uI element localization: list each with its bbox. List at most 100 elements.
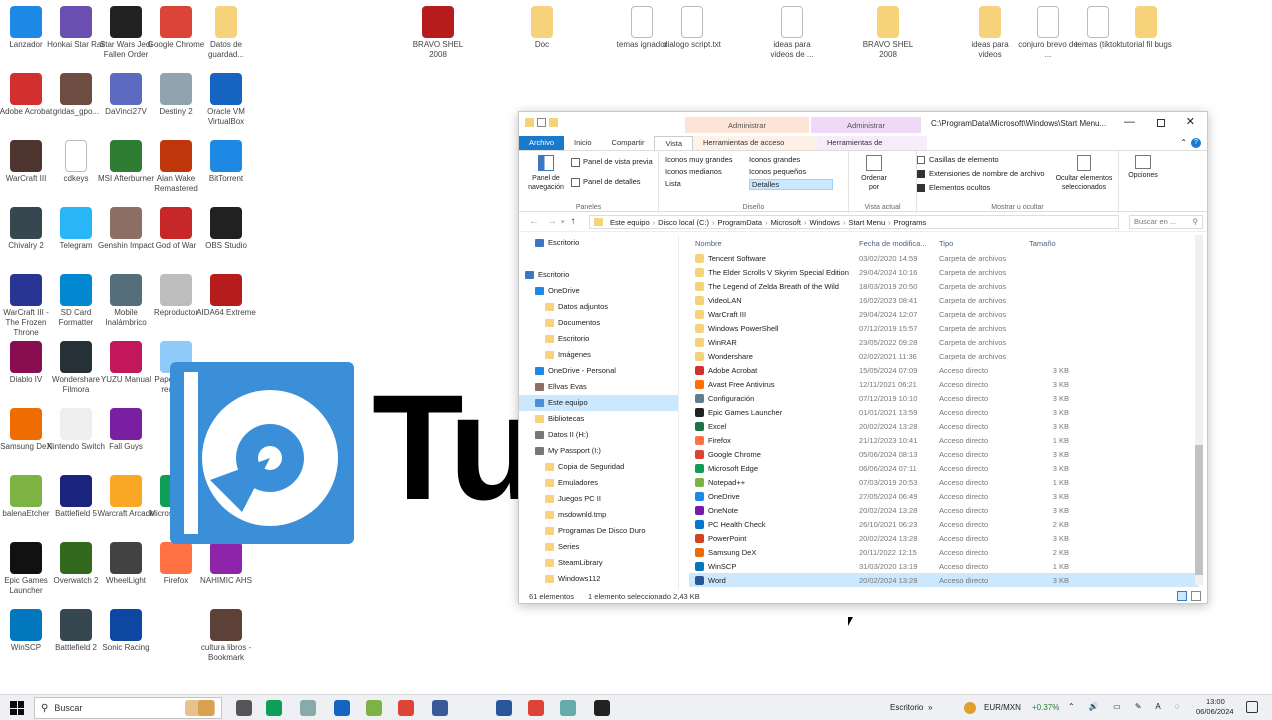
desktop-icon[interactable]: OBS Studio [196,207,256,251]
preview-pane-button[interactable]: Panel de vista previa [571,157,653,167]
recent-locations-icon[interactable]: ▾ [561,218,565,226]
file-row[interactable]: Firefox 21/12/2023 10:41 Acceso directo 1 K… [689,433,1199,447]
sort-by-button[interactable]: Ordenar por [857,155,891,192]
breadcrumb-item[interactable]: Programs [894,218,927,227]
column-type[interactable]: Tipo [939,239,1029,248]
desktop-icon[interactable]: dialogo script.txt [662,6,722,50]
layout-extra-large-icons[interactable]: Iconos muy grandes [665,155,749,164]
column-size[interactable]: Tamaño [1029,239,1069,248]
context-tab-manage-shortcut[interactable]: Administrar [685,117,809,133]
column-date[interactable]: Fecha de modifica... [859,239,939,248]
check-hidden-items[interactable]: Elementos ocultos [917,183,990,193]
file-row[interactable]: Avast Free Antivirus 12/11/2021 06:21 Acce… [689,377,1199,391]
layout-large-icons[interactable]: Iconos grandes [749,155,833,164]
taskbar-app-icon[interactable] [334,700,350,716]
hide-selected-button[interactable]: Ocultar elementos seleccionados [1051,155,1117,192]
taskbar-app-icon[interactable] [560,700,576,716]
nav-item[interactable]: Datos II (H:) [519,427,678,443]
notifications-icon[interactable] [1246,701,1258,713]
desktop-icon[interactable]: Sonic Racing [96,609,156,653]
details-view-icon[interactable] [1177,591,1187,601]
file-row[interactable]: WinSCP 31/03/2020 13:19 Acceso directo 1 KB [689,559,1199,573]
nav-item[interactable]: OneDrive - Personal [519,363,678,379]
maximize-button[interactable] [1157,119,1165,127]
options-button[interactable]: Opciones [1123,155,1163,179]
taskbar-app-icon[interactable] [366,700,382,716]
tab-shortcut-tools[interactable]: Herramientas de acceso directo [693,136,818,161]
nav-item[interactable]: Documentos [519,315,678,331]
layout-medium-icons[interactable]: Iconos medianos [665,167,749,176]
file-row[interactable]: Word 20/02/2024 13:28 Acceso directo 3 KB [689,573,1199,587]
desktop-icon[interactable]: NAHIMIC AHS [196,542,256,586]
minimize-button[interactable]: — [1124,116,1135,128]
desktop-chevron-icon[interactable]: » [928,703,932,712]
desktop-icon[interactable]: BRAVO SHEL 2008 [408,6,468,60]
checkbox-unchecked[interactable] [917,156,925,165]
tab-archivo[interactable]: Archivo [519,136,565,150]
nav-item[interactable]: Imágenes [519,347,678,363]
taskbar-app-icon[interactable] [198,700,214,716]
desktop-icon[interactable]: cultura libros - Bookmark [196,609,256,663]
taskbar-app-icon[interactable] [594,700,610,716]
nav-item[interactable]: My Passport (I:) [519,443,678,459]
checkbox-checked[interactable] [917,170,925,179]
nav-item[interactable]: Escritorio [519,235,678,251]
nav-item[interactable]: Series [519,539,678,555]
back-arrow-icon[interactable]: ← [529,216,539,227]
nav-item[interactable]: msdownld.tmp [519,507,678,523]
nav-item[interactable]: SteamLibrary [519,555,678,571]
up-arrow-icon[interactable]: ↑ [571,216,576,227]
tab-inicio[interactable]: Inicio [564,136,602,150]
file-row[interactable]: Windows PowerShell 07/12/2019 15:57 Carpet… [689,321,1199,335]
nav-item[interactable]: Escritorio [519,267,678,283]
file-row[interactable]: Adobe Acrobat 15/05/2024 07:09 Acceso dire… [689,363,1199,377]
desktop-icon[interactable]: Datos de guardad... [196,6,256,60]
breadcrumb-item[interactable]: Este equipo [610,218,650,227]
taskbar-app-icon[interactable] [528,700,544,716]
layout-small-icons[interactable]: Iconos pequeños [749,167,833,176]
nav-item[interactable]: Programas De Disco Duro [519,523,678,539]
file-row[interactable]: Notepad++ 07/03/2019 20:53 Acceso directo 1… [689,475,1199,489]
breadcrumb-item[interactable]: Microsoft [771,218,801,227]
check-item-checkboxes[interactable]: Casillas de elemento [917,155,999,165]
file-row[interactable]: OneDrive 27/05/2024 06:49 Acceso directo 3 … [689,489,1199,503]
breadcrumb-item[interactable]: Disco local (C:) [658,218,709,227]
nav-item[interactable]: Windows112 [519,571,678,587]
desktop-icon[interactable]: Oracle VM VirtualBox [196,73,256,127]
tab-vista[interactable]: Vista [654,136,694,150]
taskbar-app-icon[interactable] [236,700,252,716]
nav-item[interactable]: Datos adjuntos [519,299,678,315]
close-button[interactable]: ✕ [1186,115,1195,128]
tab-compartir[interactable]: Compartir [602,136,655,150]
ribbon-collapse-icon[interactable]: ⌃ [1180,138,1187,147]
file-row[interactable]: OneNote 20/02/2024 13:28 Acceso directo 3 K… [689,503,1199,517]
file-row[interactable]: Excel 20/02/2024 13:28 Acceso directo 3 KB [689,419,1199,433]
breadcrumb-chevron-icon[interactable]: › [712,218,715,227]
nav-item[interactable]: Copia de Seguridad [519,459,678,475]
taskbar-app-icon[interactable] [398,700,414,716]
file-row[interactable]: VideoLAN 16/02/2023 08:41 Carpeta de archi… [689,293,1199,307]
file-row[interactable]: Wondershare 02/02/2021 11:36 Carpeta de ar… [689,349,1199,363]
scrollbar-thumb[interactable] [1195,445,1203,575]
nav-item[interactable] [519,251,678,267]
desktop-icon[interactable]: BRAVO SHEL 2008 [858,6,918,60]
column-name[interactable]: Nombre [689,239,859,248]
navigation-pane[interactable]: Escritorio Escritorio OneDrive Datos adjunt… [519,235,679,590]
currency-pair[interactable]: EUR/MXN [984,703,1021,712]
file-row[interactable]: PC Health Check 26/10/2021 06:23 Acceso di… [689,517,1199,531]
tray-icons[interactable]: ⌃ 🔊 ▭ ✎ A ◌ [1068,702,1185,711]
nav-item[interactable]: Juegos PC II [519,491,678,507]
file-row[interactable]: Google Chrome 05/06/2024 08:13 Acceso dire… [689,447,1199,461]
forward-arrow-icon[interactable]: → [547,216,557,227]
file-explorer-window[interactable]: Administrar Administrar C:\ProgramData\M… [518,111,1208,604]
desktop-icon[interactable]: tutorial fil bugs [1116,6,1176,50]
details-pane-button[interactable]: Panel de detalles [571,177,641,187]
check-file-extensions[interactable]: Extensiones de nombre de archivo [917,169,1045,179]
title-bar[interactable]: Administrar Administrar C:\ProgramData\M… [519,112,1207,136]
breadcrumb-item[interactable]: Start Menu [848,218,885,227]
file-list[interactable]: Nombre Fecha de modifica... Tipo Tamaño … [689,235,1199,590]
taskbar-search[interactable]: ⚲ Buscar [34,697,222,719]
breadcrumb-chevron-icon[interactable]: › [843,218,846,227]
help-icon[interactable]: ? [1191,138,1201,148]
checkbox-checked[interactable] [917,184,925,193]
